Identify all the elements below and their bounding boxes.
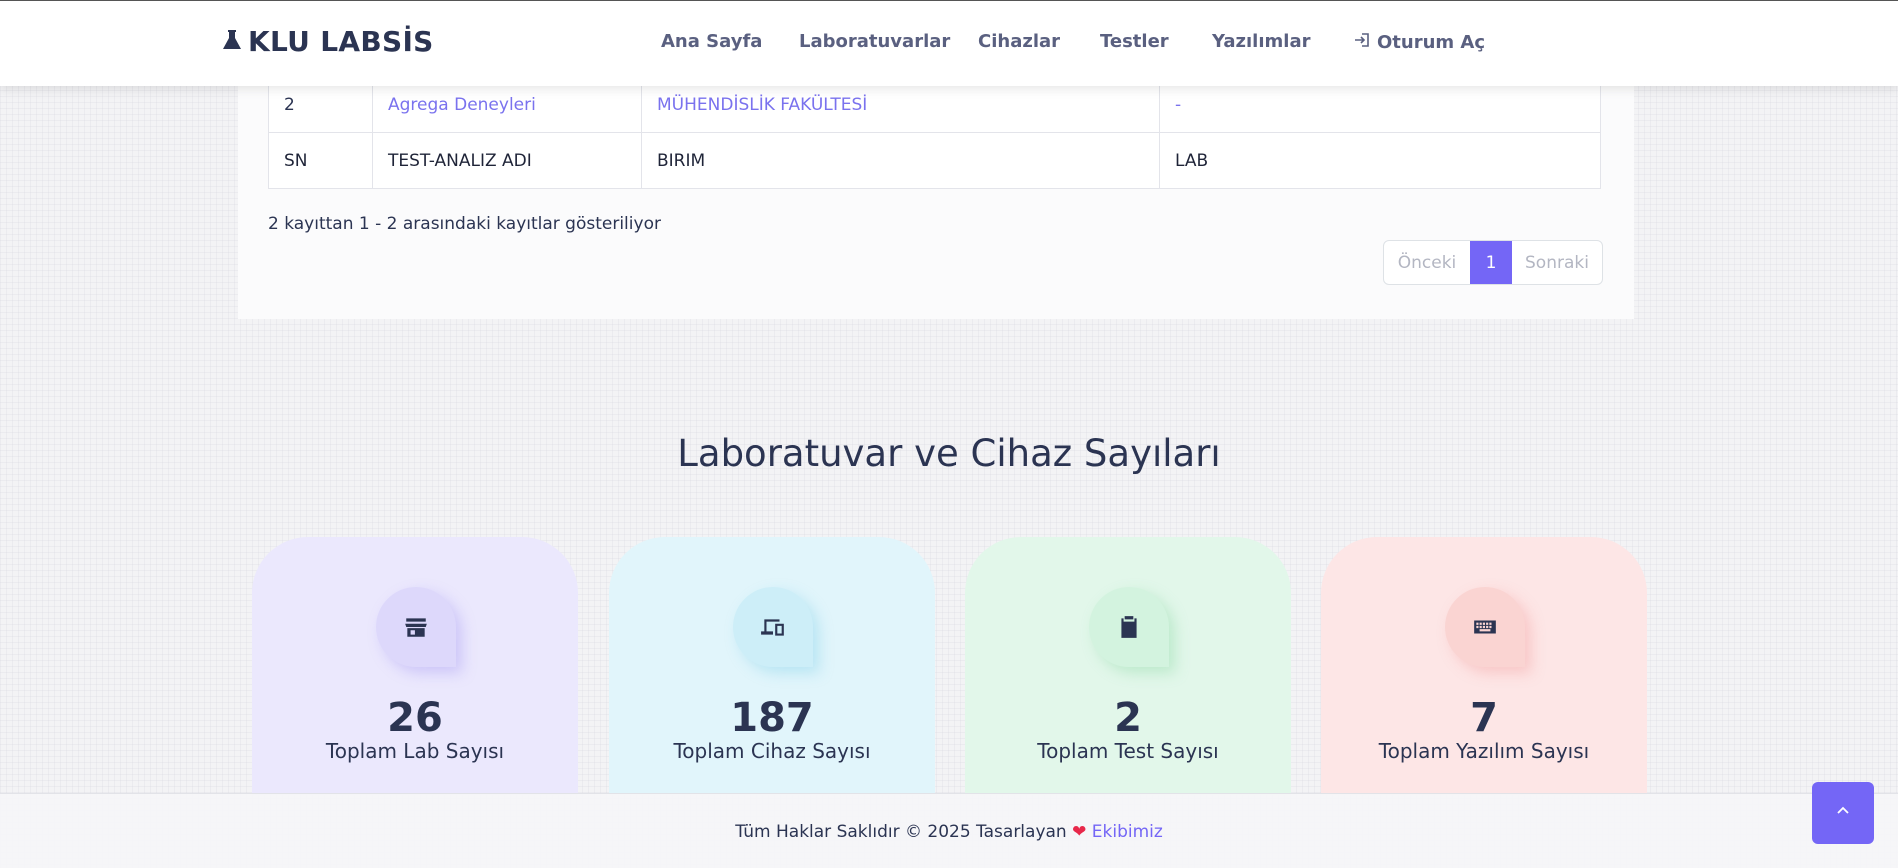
- scroll-to-top-button[interactable]: [1812, 782, 1874, 844]
- stat-label: Toplam Lab Sayısı: [325, 739, 505, 763]
- top-navbar: KLU LABSİS Ana Sayfa Laboratuvarlar Ciha…: [0, 0, 1898, 86]
- pagination: Önceki 1 Sonraki: [1383, 240, 1603, 285]
- stat-card-tests: 2 Toplam Test Sayısı: [965, 537, 1291, 795]
- stat-card-software: 7 Toplam Yazılım Sayısı: [1321, 537, 1647, 795]
- nav-home[interactable]: Ana Sayfa: [661, 31, 762, 52]
- stats-title: Laboratuvar ve Cihaz Sayıları: [677, 432, 1221, 475]
- stat-label: Toplam Yazılım Sayısı: [1378, 739, 1590, 763]
- page-footer: Tüm Haklar Saklıdır © 2025 Tasarlayan ❤ …: [0, 793, 1898, 868]
- clipboard-icon: [1089, 587, 1169, 667]
- devices-icon: [733, 587, 813, 667]
- pagination-next[interactable]: Sonraki: [1512, 241, 1602, 284]
- footer-text: Tüm Haklar Saklıdır © 2025 Tasarlayan: [735, 822, 1067, 842]
- table-footer-row: SN TEST-ANALIZ ADI BIRIM LAB: [268, 132, 1601, 189]
- footer-name: TEST-ANALIZ ADI: [372, 132, 642, 189]
- main-nav: Ana Sayfa Laboratuvarlar Cihazlar Testle…: [0, 31, 1898, 61]
- stat-value: 26: [387, 695, 443, 741]
- footer-sn: SN: [268, 132, 373, 189]
- keyboard-icon: [1445, 587, 1525, 667]
- test-name-link[interactable]: Agrega Deneyleri: [388, 95, 536, 115]
- nav-login[interactable]: Oturum Aç: [1353, 31, 1485, 54]
- stat-value: 187: [730, 695, 814, 741]
- pagination-page-1[interactable]: 1: [1470, 241, 1512, 284]
- nav-login-label: Oturum Aç: [1377, 32, 1486, 53]
- login-icon: [1353, 31, 1371, 54]
- footer-unit: BIRIM: [641, 132, 1160, 189]
- lab-link[interactable]: -: [1175, 95, 1181, 115]
- stat-label: Toplam Test Sayısı: [1037, 739, 1219, 763]
- table-info: 2 kayıttan 1 - 2 arasındaki kayıtlar gös…: [268, 214, 661, 234]
- pagination-prev[interactable]: Önceki: [1384, 241, 1470, 284]
- stat-value: 7: [1470, 695, 1498, 741]
- tests-table: 2 Agrega Deneyleri MÜHENDİSLİK FAKÜLTESİ…: [268, 76, 1601, 189]
- heart-icon: ❤: [1072, 822, 1087, 842]
- stat-card-devices: 187 Toplam Cihaz Sayısı: [609, 537, 935, 795]
- footer-copyright: Tüm Haklar Saklıdır © 2025 Tasarlayan ❤ …: [0, 822, 1898, 842]
- nav-devices[interactable]: Cihazlar: [978, 31, 1060, 52]
- stat-value: 2: [1114, 695, 1142, 741]
- stat-card-labs: 26 Toplam Lab Sayısı: [252, 537, 578, 795]
- footer-lab: LAB: [1159, 132, 1601, 189]
- nav-software[interactable]: Yazılımlar: [1212, 31, 1310, 52]
- unit-link[interactable]: MÜHENDİSLİK FAKÜLTESİ: [657, 95, 867, 115]
- stat-label: Toplam Cihaz Sayısı: [673, 739, 871, 763]
- nav-tests[interactable]: Testler: [1100, 31, 1169, 52]
- nav-laboratories[interactable]: Laboratuvarlar: [799, 31, 950, 52]
- chevron-up-icon: [1835, 803, 1851, 823]
- footer-team-link[interactable]: Ekibimiz: [1092, 822, 1163, 842]
- store-icon: [376, 587, 456, 667]
